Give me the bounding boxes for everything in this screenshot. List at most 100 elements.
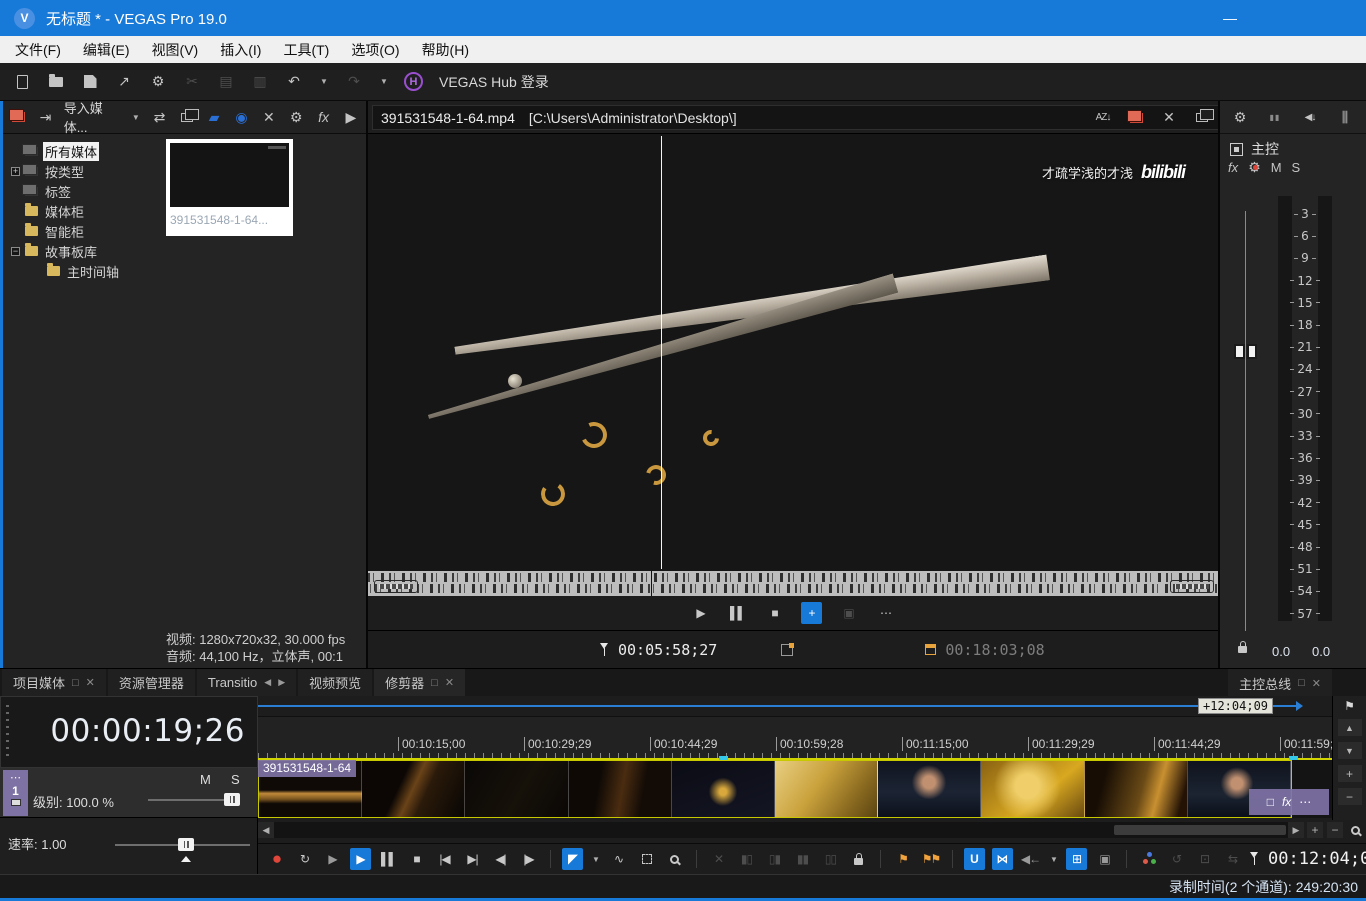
import-dropdown[interactable]: ▼	[130, 106, 141, 128]
pause-button[interactable]: ▌▌	[378, 848, 399, 870]
trim-end-handle[interactable]	[1170, 580, 1214, 593]
tab-video-preview[interactable]: 视频预览	[298, 669, 373, 696]
tab-master-bus[interactable]: 主控总线 □ ✕	[1228, 669, 1332, 697]
video-event-clip[interactable]	[258, 760, 1292, 818]
minimize-button[interactable]: —	[1208, 0, 1252, 36]
selection-icon[interactable]	[781, 642, 795, 656]
waveform-playhead[interactable]	[651, 571, 652, 596]
sort-media-button[interactable]: AZ↓	[1093, 107, 1113, 129]
menu-item-1[interactable]: 编辑(E)	[72, 36, 141, 63]
preview-pause-button[interactable]: ▌▌	[727, 602, 748, 624]
master-solo-button[interactable]: S	[1292, 160, 1301, 175]
mixing-console-button[interactable]: ⫼	[1335, 106, 1355, 128]
crossfade-icon[interactable]: ▮▮	[792, 848, 813, 870]
time-ruler[interactable]: 00:10:15;00 00:10:29;29 00:10:44;29 00:10:5…	[258, 716, 1332, 758]
media-tree-item-1[interactable]: + 按类型	[3, 161, 163, 181]
normal-edit-tool-button[interactable]: ◤	[562, 848, 583, 870]
save-project-button[interactable]	[80, 71, 100, 93]
stop-button[interactable]: ■	[406, 848, 427, 870]
menu-item-2[interactable]: 视图(V)	[141, 36, 210, 63]
track-solo-button[interactable]: S	[231, 772, 240, 787]
track-mute-button[interactable]: M	[200, 772, 211, 787]
marker-tool-button[interactable]: ⚑	[1344, 699, 1355, 713]
insert-marker-button[interactable]: ⚑	[892, 848, 913, 870]
selection-edit-tool-button[interactable]	[636, 848, 657, 870]
master-mute-button[interactable]: M	[1271, 160, 1282, 175]
preview-play-button[interactable]: ▶	[690, 602, 711, 624]
tree-expander-icon[interactable]: −	[11, 246, 20, 256]
downmix-output-button[interactable]: ◀↓	[1300, 106, 1320, 128]
menu-item-4[interactable]: 工具(T)	[272, 36, 340, 63]
scroll-right-button[interactable]: ▶	[1288, 822, 1304, 838]
zoom-in-button[interactable]: +	[1307, 822, 1323, 838]
trim-start-handle[interactable]	[374, 580, 418, 593]
tab-close-icon[interactable]: ✕	[86, 676, 95, 689]
zoom-edit-tool-button[interactable]	[664, 848, 685, 870]
media-tree-item-6[interactable]: 主时间轴	[3, 261, 163, 281]
paste-button[interactable]: ▥	[250, 71, 270, 93]
fade-in-icon[interactable]: ▮▯	[736, 848, 757, 870]
audio-event-button[interactable]: ◀←	[1020, 848, 1041, 870]
tab-float-icon[interactable]: □	[72, 677, 79, 689]
prev-frame-button[interactable]: ◀|	[490, 848, 511, 870]
extract-audio-button[interactable]: ▰	[205, 106, 223, 128]
meter-options-button[interactable]: ▮▮	[1265, 106, 1285, 128]
menu-item-0[interactable]: 文件(F)	[4, 36, 72, 63]
color-grading-button[interactable]	[1138, 848, 1159, 870]
tab-close-icon[interactable]: ✕	[445, 676, 454, 689]
preview-playhead[interactable]	[661, 136, 662, 569]
enable-snapping-button[interactable]: U	[964, 848, 985, 870]
scroll-down-button[interactable]: ▼	[1337, 742, 1362, 759]
master-automation-button[interactable]: ⚙	[1248, 159, 1261, 176]
preview-loop-button[interactable]: ▣	[838, 602, 859, 624]
bus-box-icon[interactable]	[1230, 142, 1243, 156]
time-display-grip[interactable]	[6, 705, 9, 757]
media-tree-item-0[interactable]: 所有媒体	[3, 141, 163, 161]
go-to-end-button[interactable]: ▶|	[462, 848, 483, 870]
tab-close-icon[interactable]: ✕	[1312, 677, 1321, 690]
trimmer-file-field[interactable]: 391531548-1-64.mp4 [C:\Users\Administrat…	[372, 105, 1366, 130]
import-media-icon[interactable]: ⇥	[36, 106, 54, 128]
remove-media-button[interactable]: ✕	[260, 106, 278, 128]
event-dropdown[interactable]: ▼	[1048, 848, 1059, 870]
clip-pan-crop-icon[interactable]: □	[1267, 795, 1274, 809]
capture-video-button[interactable]	[178, 106, 199, 128]
tab-explorer[interactable]: 资源管理器	[107, 669, 195, 696]
preview-more-button[interactable]: ⋯	[875, 602, 896, 624]
track-more-icon[interactable]: ⋯	[10, 771, 21, 784]
clear-list-button[interactable]: ✕	[1159, 107, 1179, 129]
start-preview-button[interactable]: ▶	[342, 106, 360, 128]
loop-playback-button[interactable]: ↻	[294, 848, 315, 870]
scroll-up-button[interactable]: ▲	[1337, 719, 1362, 736]
get-media-web-button[interactable]: ◉	[232, 106, 250, 128]
close-media-icon[interactable]	[8, 106, 27, 128]
master-fx-button[interactable]: fx	[1228, 160, 1238, 175]
paste-attributes-button[interactable]: ⊡	[1194, 848, 1215, 870]
tab-float-icon[interactable]: □	[431, 677, 438, 689]
quantize-to-frames-button[interactable]: ▣	[1094, 848, 1115, 870]
undo-button[interactable]: ↶	[284, 71, 304, 93]
tab-transitions[interactable]: Transitio ◀ ▶	[196, 669, 297, 696]
scrollbar-thumb[interactable]	[1114, 825, 1286, 835]
auto-crossfade-button[interactable]: ⋈	[992, 848, 1013, 870]
project-properties-button[interactable]: ↗	[114, 71, 134, 93]
open-project-button[interactable]	[46, 71, 66, 93]
redo-dropdown[interactable]: ▼	[378, 71, 390, 93]
track-height-plus-button[interactable]: +	[1337, 765, 1362, 782]
float-window-button[interactable]	[1192, 107, 1214, 129]
tree-expander-icon[interactable]: +	[11, 166, 20, 176]
cut-button[interactable]: ✂	[182, 71, 202, 93]
track-color-strip[interactable]: ⋯ 1	[3, 770, 28, 816]
remove-from-list-icon[interactable]	[1126, 107, 1146, 129]
menu-item-6[interactable]: 帮助(H)	[411, 36, 480, 63]
marker-bar[interactable]: +12:04;09	[258, 696, 1332, 716]
properties-gear-button[interactable]: ⚙	[148, 71, 168, 93]
scroll-left-button[interactable]: ◀	[258, 822, 274, 838]
insert-region-button[interactable]: ⚑⚑	[920, 848, 942, 870]
play-button[interactable]: ▶	[350, 848, 371, 870]
video-track-lane[interactable]: 391531548-1-64 □ fx ⋯	[258, 760, 1332, 818]
scrollbar-track[interactable]	[274, 822, 1288, 838]
master-fader-handle[interactable]	[1234, 344, 1257, 359]
timeline-time-display[interactable]: 00:00:19;26	[0, 696, 258, 768]
new-project-button[interactable]	[12, 71, 32, 93]
